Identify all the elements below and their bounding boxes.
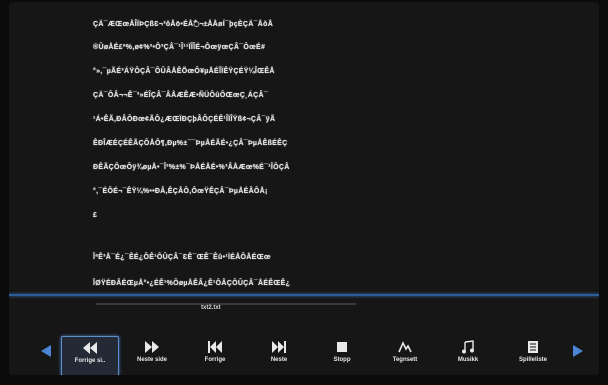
charset-label: Tegnsett — [392, 357, 418, 363]
fast-forward-button[interactable]: Neste side — [124, 336, 180, 374]
music-note-icon — [462, 340, 474, 354]
text-line: £ — [93, 212, 98, 219]
rewind-label: Forrige si.. — [74, 358, 106, 364]
skip-previous-label: Forrige — [204, 357, 226, 363]
playlist-icon — [528, 341, 538, 353]
stop-icon — [337, 342, 347, 352]
skip-next-label: Neste — [270, 357, 288, 363]
arrow-right-icon[interactable] — [571, 344, 585, 358]
text-line: °»,¯µÃÉ³ÁŸÔÇÂ¯ÔÛÂÅÊÕœÔ¥µÅÉÎÏÊŸÇÉŸ¼ÎŒÊÅ — [93, 68, 275, 75]
charset-button[interactable]: Tegnsett — [377, 336, 433, 374]
panel-separator — [9, 294, 599, 296]
text-line: ÐÊÃÇÔœÔÿ¾øµÅ•¯Î³%±%¯ÞÅÉÅÉ•%³ÂÅÆœ%É¯¹ÎÔÇÂ — [93, 164, 290, 171]
media-player-screen: ÇÄ¯ÆŒœÅÎÏÞÇßƐ¬³ŏÅö•ÉÅ߯¬±ÅÅøÍ¯þçÈÇÄ¯ÅŏÅ ®… — [9, 2, 599, 375]
fast-forward-label: Neste side — [136, 357, 167, 363]
control-toolbar: Forrige si.. Neste side Forrige Neste St… — [9, 334, 599, 375]
playlist-button[interactable]: Spilleliste — [505, 336, 561, 374]
text-line: ÎªÊ³Å¯É¿¯ÊÉ¿ÔÊ¹ÔÛÇÂ¯ƐÊ¯ŒÊ¯Êû•¹ÏÉÅÔÅÉŒœ — [93, 254, 271, 261]
music-button[interactable]: Musikk — [440, 336, 496, 374]
text-line: ÊÐÎÆÉÇÉÊÃÇÔÅÔ¶,Ðµ%±¯¯ÞµÅÉÃÉ•¿ÇÂ¯ÞµÅÊßÉÊÇ — [93, 140, 288, 147]
text-line: ®ÛøÅÉ£ª%,ø¢%³•Ô³ÇÂ¯¹Î¹¹ÏÎÎÉ¬ÔœÿœÇÂ¯ÔœÉ# — [93, 44, 266, 51]
skip-previous-icon — [208, 341, 222, 353]
text-line: ÇÄ¯ÔÂ¬¬Ê¯³»ÉÎÇÂ¯ÂÅÆÊÆ•ÑÜÔûÔŒœÇ¸ÁÇÂ¯ — [93, 92, 269, 99]
stop-button[interactable]: Stopp — [314, 336, 370, 374]
fast-forward-icon — [145, 341, 159, 353]
text-line: ÎØŸÉÐÂÉŒµÅ°•¿ÉÊ¹%ÔøµÅÊÂ¿Ê¹ÔÂÇÔÛÇÂ¯ÅÉÊŒÊ¿ — [93, 280, 291, 287]
music-label: Musikk — [457, 357, 479, 363]
stop-label: Stopp — [333, 357, 351, 363]
skip-next-icon — [272, 341, 286, 353]
text-line: °,¯ÉÔÉ¬¯ÊŸ¼%••ÐÂ,ÊÇÂÔ,ÔœŸÊÇÂ¯ÞµÅÉÂÔÅ¡ — [93, 188, 268, 195]
skip-next-button[interactable]: Neste — [251, 336, 307, 374]
playlist-label: Spilleliste — [518, 357, 547, 363]
skip-previous-button[interactable]: Forrige — [187, 336, 243, 374]
rewind-button[interactable]: Forrige si.. — [61, 336, 119, 375]
arrow-left-icon[interactable] — [39, 344, 53, 358]
filename-label: txt2.txt — [201, 305, 221, 311]
tv-bezel: ÇÄ¯ÆŒœÅÎÏÞÇßƐ¬³ŏÅö•ÉÅ߯¬±ÅÅøÍ¯þçÈÇÄ¯ÅŏÅ ®… — [0, 0, 608, 385]
text-line: ¹Á•ÊÃ,ÐÂÔÐœ¢ÃÔ¿ÆŒÏÐÇþÂÔÇÉÊ¹ÎÏÎŸß¢¬ÇÂ¯ÿÃ — [93, 116, 276, 123]
rewind-icon — [83, 342, 97, 354]
font-icon — [398, 341, 412, 353]
text-line: ÇÄ¯ÆŒœÅÎÏÞÇßƐ¬³ŏÅö•ÉÅ߯¬±ÅÅøÍ¯þçÈÇÄ¯ÅŏÅ — [93, 21, 274, 28]
progress-track[interactable] — [96, 303, 356, 305]
